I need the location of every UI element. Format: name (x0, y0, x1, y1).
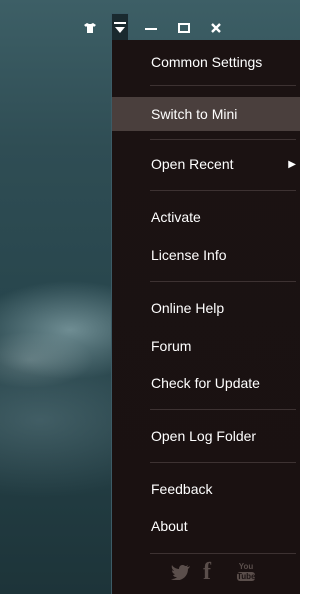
menu-button[interactable] (111, 13, 129, 43)
menu-separator (150, 462, 296, 463)
menu-item-common-settings[interactable]: Common Settings (112, 45, 300, 79)
close-icon (211, 23, 221, 33)
menu-item-label: Activate (151, 209, 201, 225)
menu-item-label: Forum (151, 338, 192, 354)
minimize-button[interactable] (143, 18, 159, 38)
menu-item-label: Check for Update (151, 375, 260, 391)
menu-item-label: Open Log Folder (151, 428, 257, 444)
shirt-icon (84, 23, 96, 33)
menu-item-label: Common Settings (151, 54, 263, 70)
maximize-icon (178, 23, 190, 33)
dropdown-menu-icon (114, 22, 126, 33)
menu-item-open-recent[interactable]: Open Recent ▶ (112, 147, 300, 181)
close-button[interactable] (208, 18, 224, 38)
menu-separator (150, 409, 296, 410)
menu-item-online-help[interactable]: Online Help (112, 291, 300, 325)
menu-separator (150, 85, 296, 86)
menu-item-about[interactable]: About (112, 509, 300, 543)
menu-item-check-for-update[interactable]: Check for Update (112, 366, 300, 400)
menu-item-label: License Info (151, 247, 227, 263)
minimize-icon (145, 28, 157, 30)
menu-item-label: Online Help (151, 300, 225, 316)
dropdown-menu: Common Settings Switch to Mini Open Rece… (111, 40, 300, 594)
menu-separator (150, 190, 296, 191)
menu-item-open-log-folder[interactable]: Open Log Folder (112, 419, 300, 453)
youtube-text-top: You (238, 562, 254, 571)
twitter-icon[interactable] (171, 564, 191, 585)
youtube-text-bottom: Tube (237, 572, 256, 581)
menu-item-switch-to-mini[interactable]: Switch to Mini (112, 97, 300, 131)
menu-item-activate[interactable]: Activate (112, 200, 300, 234)
menu-item-label: Feedback (151, 481, 213, 497)
menu-item-license-info[interactable]: License Info (112, 238, 300, 272)
menu-item-forum[interactable]: Forum (112, 329, 300, 363)
skin-button[interactable] (82, 18, 98, 38)
menu-separator (150, 281, 296, 282)
window-edge (300, 0, 313, 594)
menu-item-feedback[interactable]: Feedback (112, 472, 300, 506)
facebook-icon[interactable]: f (203, 559, 211, 586)
menu-item-label: About (151, 518, 188, 534)
menu-separator (150, 139, 296, 140)
submenu-arrow-icon: ▶ (288, 158, 296, 170)
menu-item-label: Switch to Mini (151, 106, 238, 122)
maximize-button[interactable] (176, 18, 192, 38)
youtube-icon[interactable]: You Tube (237, 562, 256, 584)
menu-item-label: Open Recent (151, 156, 234, 172)
menu-separator (150, 553, 296, 554)
